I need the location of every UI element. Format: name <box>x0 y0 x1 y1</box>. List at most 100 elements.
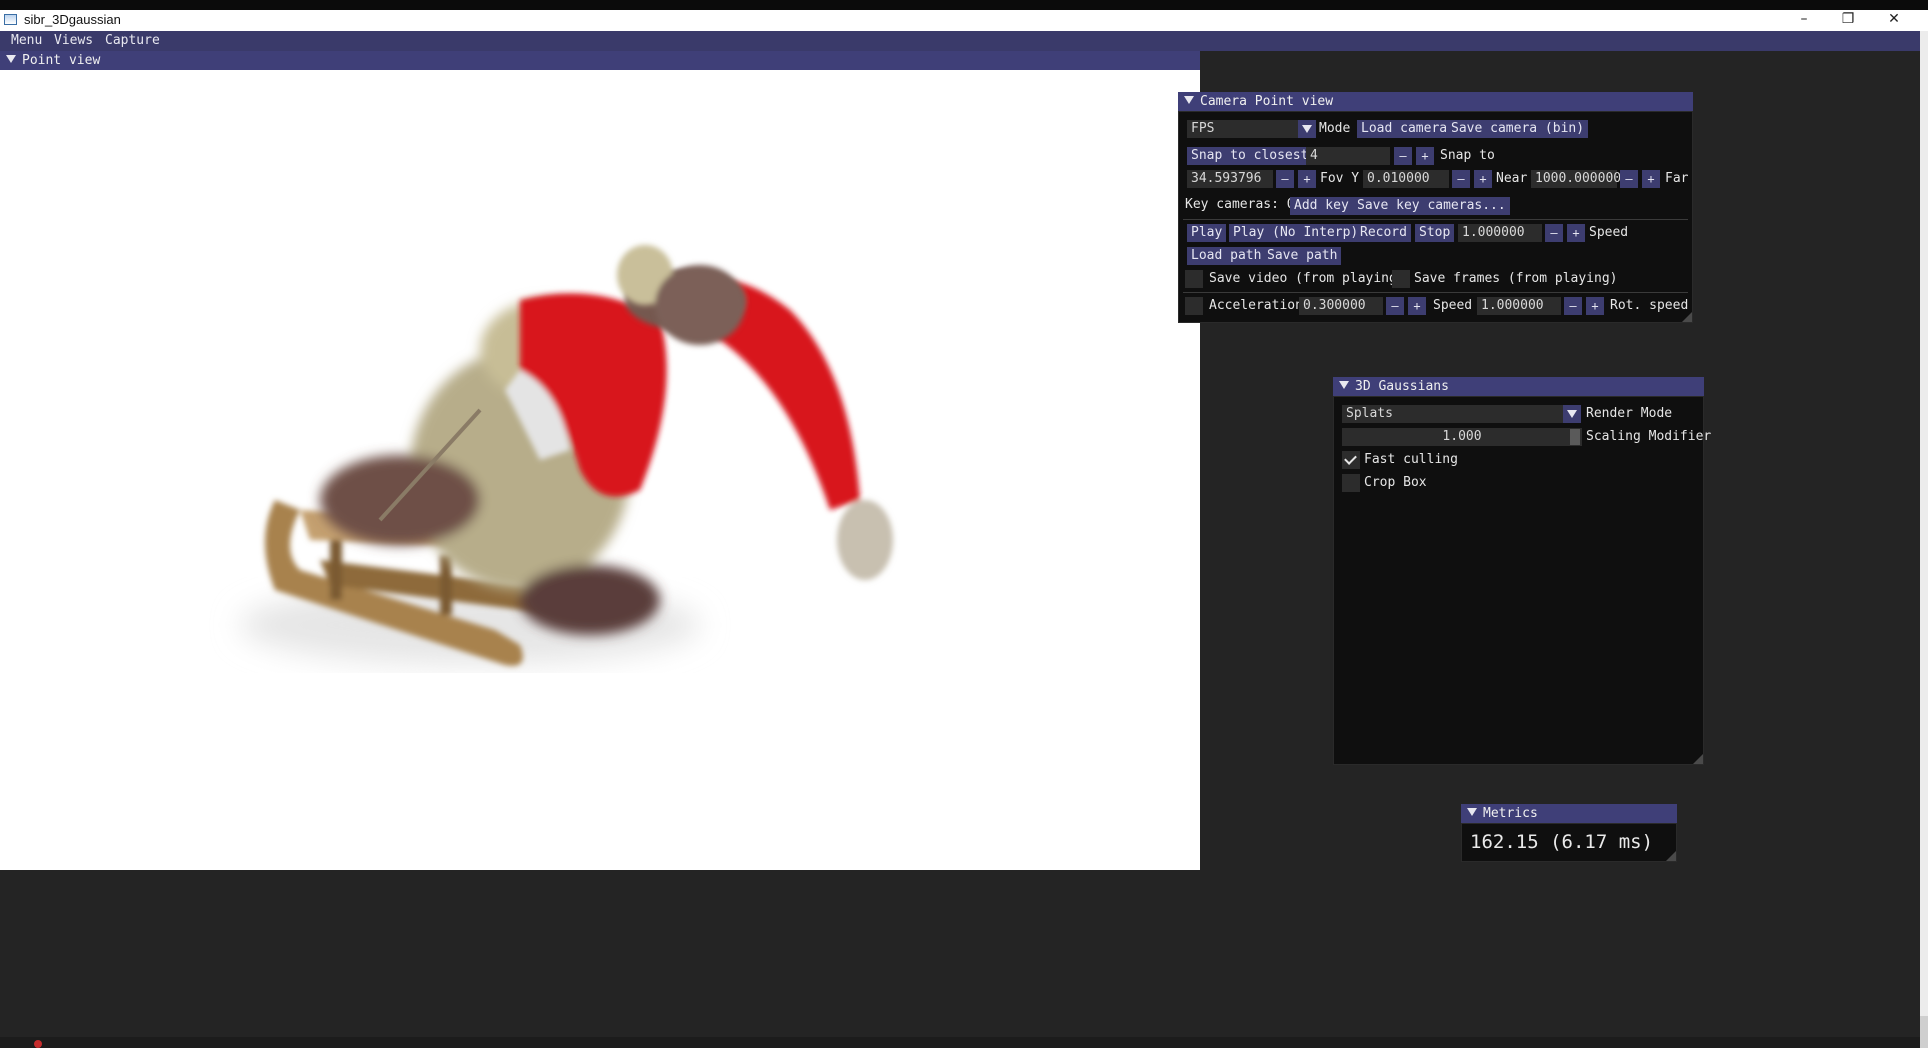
taskbar-strip <box>0 1037 1920 1048</box>
move-speed-field[interactable]: 1.000000 <box>1477 297 1561 315</box>
resize-grip[interactable] <box>1693 754 1703 764</box>
fast-culling-checkbox[interactable] <box>1342 451 1360 469</box>
play-no-interp-button[interactable]: Play (No Interp) <box>1229 224 1363 242</box>
gaussians-window: 3D Gaussians Splats Render Mode 1.000 Sc… <box>1333 377 1711 765</box>
menu-item-capture[interactable]: Capture <box>105 33 160 48</box>
metrics-panel-titlebar[interactable]: Metrics <box>1461 804 1677 823</box>
far-field[interactable]: 1000.000000 <box>1531 170 1621 188</box>
save-frames-label: Save frames (from playing) <box>1414 271 1618 286</box>
far-label: Far <box>1665 171 1689 186</box>
app-icon <box>4 14 17 25</box>
scrollbar-thumb[interactable] <box>1920 31 1928 1016</box>
crop-box-label: Crop Box <box>1364 475 1427 490</box>
close-button[interactable]: ✕ <box>1872 10 1916 31</box>
minimize-button[interactable]: – <box>1782 10 1826 31</box>
fov-decrement-button[interactable]: – <box>1276 170 1294 188</box>
collapse-arrow-icon[interactable] <box>1339 381 1349 389</box>
slider-grab[interactable] <box>1570 429 1580 445</box>
fov-label: Fov Y <box>1320 171 1360 186</box>
crop-box-checkbox[interactable] <box>1342 474 1360 492</box>
acceleration-label: Acceleration <box>1209 298 1303 313</box>
record-button[interactable]: Record <box>1356 224 1411 242</box>
separator <box>1183 292 1688 293</box>
far-increment-button[interactable]: + <box>1642 170 1660 188</box>
metrics-panel-title: Metrics <box>1483 806 1538 821</box>
near-increment-button[interactable]: + <box>1474 170 1492 188</box>
record-indicator-icon <box>34 1040 42 1048</box>
near-decrement-button[interactable]: – <box>1452 170 1470 188</box>
collapse-arrow-icon[interactable] <box>6 55 16 63</box>
resize-grip[interactable] <box>1682 312 1692 322</box>
rot-speed-label: Rot. speed <box>1610 298 1689 313</box>
move-speed-decrement-button[interactable]: – <box>1564 297 1582 315</box>
add-key-button[interactable]: Add key <box>1290 197 1353 215</box>
point-view-titlebar[interactable]: Point view <box>0 51 1200 70</box>
maximize-button[interactable]: ❐ <box>1826 10 1870 31</box>
camera-panel-titlebar[interactable]: Camera Point view <box>1178 92 1693 111</box>
camera-panel-title: Camera Point view <box>1200 94 1334 109</box>
stop-button[interactable]: Stop <box>1415 224 1455 242</box>
fov-increment-button[interactable]: + <box>1298 170 1316 188</box>
save-video-label: Save video (from playing) <box>1209 271 1405 286</box>
save-key-cameras-button[interactable]: Save key cameras... <box>1353 197 1510 215</box>
collapse-arrow-icon[interactable] <box>1467 808 1477 816</box>
camera-panel-body: FPS Mode Load camera Save camera (bin) S… <box>1178 111 1693 323</box>
fps-readout: 162.15 (6.17 ms) <box>1470 831 1654 853</box>
gaussians-panel-title: 3D Gaussians <box>1355 379 1449 394</box>
camera-mode-select[interactable]: FPS <box>1187 120 1302 138</box>
far-decrement-button[interactable]: – <box>1620 170 1638 188</box>
chevron-down-icon[interactable] <box>1298 120 1316 138</box>
acceleration-increment-button[interactable]: + <box>1408 297 1426 315</box>
menu-item-views[interactable]: Views <box>54 33 93 48</box>
snap-index-field[interactable]: 4 <box>1306 147 1390 165</box>
snap-increment-button[interactable]: + <box>1416 147 1434 165</box>
metrics-window: Metrics 162.15 (6.17 ms) <box>1461 804 1677 862</box>
metrics-panel-body: 162.15 (6.17 ms) <box>1461 823 1677 862</box>
acceleration-decrement-button[interactable]: – <box>1386 297 1404 315</box>
point-view-canvas[interactable] <box>0 70 1200 870</box>
scaling-modifier-slider[interactable]: 1.000 <box>1342 428 1582 446</box>
acceleration-checkbox[interactable] <box>1185 297 1203 315</box>
load-path-button[interactable]: Load path <box>1187 247 1266 265</box>
load-camera-button[interactable]: Load camera <box>1357 120 1452 138</box>
near-label: Near <box>1496 171 1528 186</box>
scaling-modifier-label: Scaling Modifier <box>1586 429 1712 444</box>
collapse-arrow-icon[interactable] <box>1184 96 1194 104</box>
move-speed-increment-button[interactable]: + <box>1586 297 1604 315</box>
acceleration-field[interactable]: 0.300000 <box>1299 297 1383 315</box>
fast-culling-label: Fast culling <box>1364 452 1458 467</box>
window-top-strip <box>0 0 1928 10</box>
play-button[interactable]: Play <box>1187 224 1227 242</box>
gaussians-panel-body: Splats Render Mode 1.000 Scaling Modifie… <box>1333 396 1711 765</box>
resize-grip[interactable] <box>1666 851 1676 861</box>
save-video-checkbox[interactable] <box>1185 270 1203 288</box>
snap-to-closest-button[interactable]: Snap to closest <box>1187 147 1313 165</box>
vertical-scrollbar[interactable] <box>1920 31 1928 1048</box>
play-speed-field[interactable]: 1.000000 <box>1458 224 1542 242</box>
save-path-button[interactable]: Save path <box>1263 247 1342 265</box>
save-frames-checkbox[interactable] <box>1392 270 1410 288</box>
snap-to-label: Snap to <box>1440 148 1495 163</box>
menu-item-menu[interactable]: Menu <box>11 33 42 48</box>
play-speed-decrement-button[interactable]: – <box>1545 224 1563 242</box>
mode-label: Mode <box>1319 121 1351 136</box>
menubar: Menu Views Capture <box>0 31 1920 51</box>
gaussians-panel-titlebar[interactable]: 3D Gaussians <box>1333 377 1704 396</box>
save-camera-button[interactable]: Save camera (bin) <box>1447 120 1589 138</box>
separator <box>1183 219 1688 220</box>
camera-point-view-window: Camera Point view FPS Mode Load camera S… <box>1178 92 1693 323</box>
render-mode-label: Render Mode <box>1586 406 1673 421</box>
point-view-title: Point view <box>22 53 101 68</box>
move-speed-label: Speed <box>1433 298 1473 313</box>
play-speed-increment-button[interactable]: + <box>1567 224 1585 242</box>
window-titlebar[interactable]: sibr_3Dgaussian – ❐ ✕ <box>0 10 1928 31</box>
key-cameras-label: Key cameras: 0 <box>1185 197 1295 212</box>
rendered-scene <box>240 245 893 666</box>
chevron-down-icon[interactable] <box>1563 405 1581 423</box>
render-mode-select[interactable]: Splats <box>1342 405 1574 423</box>
snap-decrement-button[interactable]: – <box>1394 147 1412 165</box>
play-speed-label: Speed <box>1589 225 1629 240</box>
near-field[interactable]: 0.010000 <box>1363 170 1449 188</box>
window-title: sibr_3Dgaussian <box>24 12 121 27</box>
fov-field[interactable]: 34.593796 <box>1187 170 1273 188</box>
